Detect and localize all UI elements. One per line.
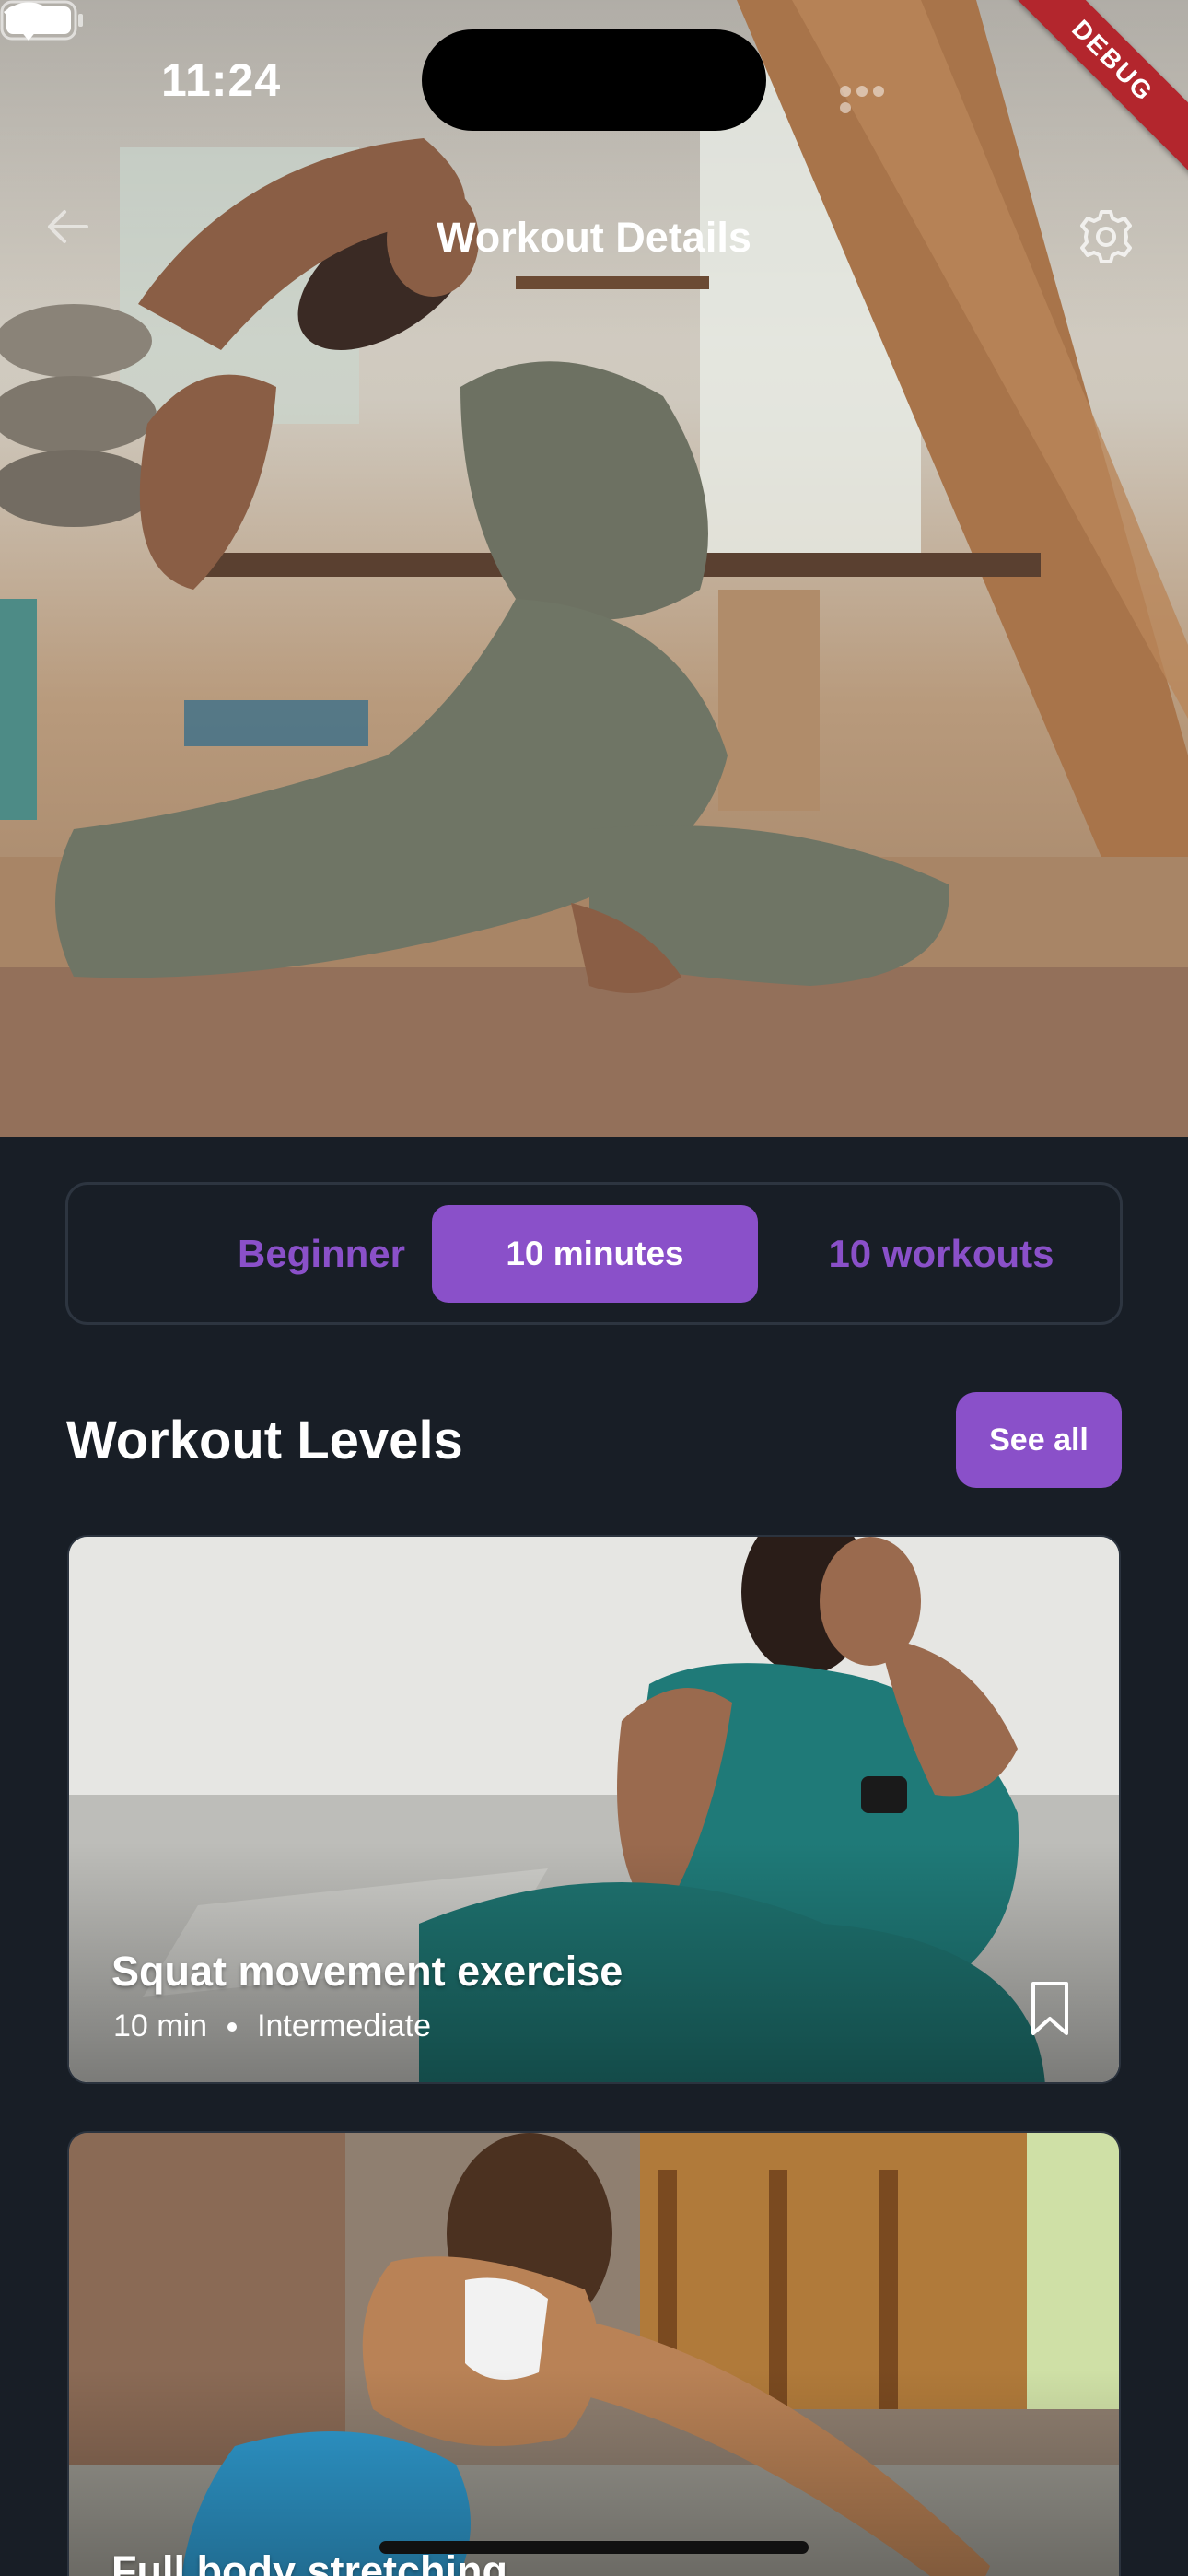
workout-card-stretching[interactable]: Full body stretching — [67, 2131, 1121, 2576]
segment-10-workouts[interactable]: 10 workouts — [778, 1205, 1104, 1303]
section-title: Workout Levels — [66, 1411, 463, 1470]
card-meta: 10 min Intermediate — [113, 2008, 431, 2044]
dynamic-island — [422, 29, 766, 131]
status-time: 11:24 — [161, 54, 282, 106]
screen: 11:24 DEBUG Workout Details Beginner 10 … — [0, 0, 1188, 2576]
battery-icon — [0, 0, 83, 41]
bookmark-icon — [1031, 1982, 1068, 2035]
separator-dot — [227, 2021, 238, 2032]
see-all-button[interactable]: See all — [956, 1392, 1122, 1488]
home-indicator — [379, 2541, 809, 2554]
bookmark-button[interactable] — [1018, 1972, 1082, 2045]
page-title: Workout Details — [437, 214, 751, 261]
hero-image: 11:24 DEBUG Workout Details — [0, 0, 1188, 1137]
card-level: Intermediate — [257, 2008, 432, 2043]
gear-icon — [1080, 210, 1132, 263]
workout-card-squat[interactable]: Squat movement exercise 10 min Intermedi… — [67, 1535, 1121, 2084]
cellular-signal-icon — [840, 85, 904, 113]
card-title: Squat movement exercise — [111, 1948, 623, 1995]
hero-illustration — [0, 0, 1188, 1137]
workout-info-segments: Beginner 10 minutes 10 workouts — [65, 1182, 1123, 1325]
segment-10-minutes[interactable]: 10 minutes — [432, 1205, 758, 1303]
settings-button[interactable] — [1077, 208, 1144, 275]
card-duration: 10 min — [113, 2008, 208, 2043]
